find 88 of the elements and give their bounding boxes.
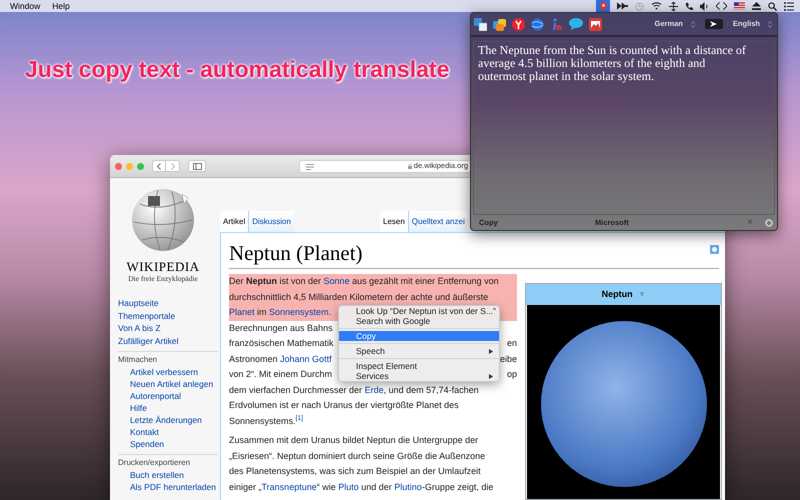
globe-badge-icon[interactable]: [710, 245, 719, 254]
nav-section-title: Drucken/exportieren: [118, 457, 192, 469]
double-arrow-icon[interactable]: [617, 2, 628, 10]
reader-icon: [306, 164, 314, 170]
nav-link[interactable]: Artikel verbessern: [118, 366, 218, 378]
article-text: Berechnungen aus Bahns: [229, 322, 333, 335]
article-text: französischen Mathematik: [229, 337, 334, 350]
article-text: Zusammen mit dem Uranus bildet Neptun die Untergruppe der: [229, 434, 478, 447]
article-text: en: [506, 337, 517, 350]
sidebar-icon: [192, 162, 202, 170]
infobox-title: Neptun: [602, 288, 633, 301]
nav-link[interactable]: Von A bis Z: [118, 322, 220, 334]
search-icon[interactable]: [768, 2, 777, 10]
speech-bubble-icon[interactable]: [569, 18, 583, 30]
translate-icon[interactable]: [474, 18, 487, 30]
article-text: von 2“. Mit einem Durchm: [229, 368, 332, 381]
page-tab[interactable]: Artikel: [220, 211, 248, 232]
nav-link[interactable]: Hilfe: [118, 402, 218, 414]
article-link[interactable]: Transneptune: [262, 482, 317, 492]
nav-link[interactable]: Spenden: [118, 438, 218, 450]
article-text: Astronomen Johann Gottf: [229, 352, 332, 366]
article-text: eibe: [500, 352, 517, 366]
article-text: op: [506, 368, 517, 381]
settings-icon[interactable]: [765, 218, 773, 226]
chevron-right-icon: [170, 162, 174, 170]
lock-icon: [408, 164, 412, 168]
status-app-button[interactable]: [596, 0, 610, 12]
article-link[interactable]: Planet: [229, 307, 255, 317]
nav-section-title: Mitmachen: [118, 354, 158, 366]
picture-icon[interactable]: [589, 18, 602, 30]
article-text: einiger „Transneptune“ wie Pluto und der Plutino-Gruppe zeigt, die: [229, 480, 494, 494]
wordmark-text: WIKIPEDIA: [126, 260, 200, 274]
article-text: „Eisriesen“. Neptun dominiert durch seine Größe die Außenzone: [229, 450, 486, 463]
nav-link[interactable]: Autorenportal: [118, 390, 218, 402]
globe-icon[interactable]: [531, 18, 544, 30]
page-tab[interactable]: Lesen: [380, 211, 408, 232]
menu-item[interactable]: Services: [339, 371, 499, 381]
article-text: dem vierfachen Durchmesser der Erde, und dem 57,74-fachen: [229, 384, 479, 396]
move-icon[interactable]: [669, 2, 678, 10]
article-text: durchschnittlich 4,5 Milliarden Kilometern der achte und äußerste: [229, 290, 517, 305]
nav-link[interactable]: Buch erstellen: [118, 469, 218, 481]
page-tab[interactable]: Quelltext anzei: [408, 211, 468, 232]
article-link[interactable]: Erde: [364, 384, 384, 394]
up-down-chevron-icon: [690, 20, 695, 28]
menu-bar-item[interactable]: Help: [52, 0, 70, 12]
article-link[interactable]: Sonnensystem: [269, 307, 329, 317]
up-down-chevron-icon: [768, 20, 772, 28]
planet-symbol: ♆: [638, 288, 646, 301]
menu-item[interactable]: Inspect Element: [339, 361, 499, 371]
speaker-icon[interactable]: [700, 2, 709, 10]
menu-item[interactable]: Look Up “Der Neptun ist von der S...”: [339, 306, 499, 316]
article-link[interactable]: Johann Gottf: [280, 354, 332, 364]
article-link[interactable]: Sonne: [324, 276, 350, 286]
nav-link[interactable]: Letzte Änderungen: [118, 414, 218, 426]
nav-link[interactable]: Neuen Artikel anlegen: [118, 378, 218, 390]
chevron-left-icon: [157, 162, 161, 170]
page-tab[interactable]: Diskussion: [248, 211, 294, 232]
stacked-squares-icon[interactable]: [493, 18, 506, 30]
pin-icon: [600, 2, 606, 10]
article-text: Der Neptun ist von der Sonne aus gezählt mit einer Entfernung von: [229, 274, 517, 290]
flag-icon[interactable]: [734, 2, 745, 10]
nav-link[interactable]: Themenportale: [118, 310, 220, 322]
phone-icon[interactable]: [685, 2, 693, 10]
article-link[interactable]: Plutino: [394, 482, 422, 492]
sidebar-button[interactable]: [188, 160, 206, 172]
back-button[interactable]: [152, 160, 166, 172]
page-title: Neptun (Planet): [229, 241, 363, 265]
nav-link[interactable]: Kontakt: [118, 426, 218, 438]
nav-link[interactable]: Als PDF herunterladen: [118, 481, 218, 493]
article-text: Sonnensystems.$^{[1]}$: [229, 414, 304, 428]
code-brackets-icon[interactable]: [716, 2, 727, 10]
arrow-right-icon: [710, 21, 718, 27]
article-text: Erdvolumen ist er nach Uranus der viertgrößte Planet des: [229, 399, 459, 412]
eject-icon[interactable]: [752, 2, 761, 10]
article-link[interactable]: [1]: [296, 416, 304, 426]
menu-bar-item[interactable]: Window: [10, 0, 40, 12]
nav-link[interactable]: Hauptseite: [118, 297, 220, 310]
wifi-icon[interactable]: [651, 2, 662, 10]
headline-text: Just copy text - automatically translate: [25, 55, 450, 84]
article-text: des Planetensystems, was sich zum Beispiel an der Umlaufzeit: [229, 465, 481, 478]
nav-link[interactable]: Zufälliger Artikel: [118, 334, 220, 347]
letter-y-icon[interactable]: [512, 18, 525, 30]
swap-language-button[interactable]: [704, 19, 723, 29]
list-icon[interactable]: [784, 2, 794, 10]
translation-text: The Neptune from the Sun is counted with a distance of average 4.5 billion kilometers of the eighth and outermost planet in the solar system.: [473, 41, 775, 215]
menu-item[interactable]: Speech: [339, 346, 499, 356]
menu-item[interactable]: Copy: [339, 331, 499, 341]
article-link[interactable]: Pluto: [338, 482, 359, 492]
